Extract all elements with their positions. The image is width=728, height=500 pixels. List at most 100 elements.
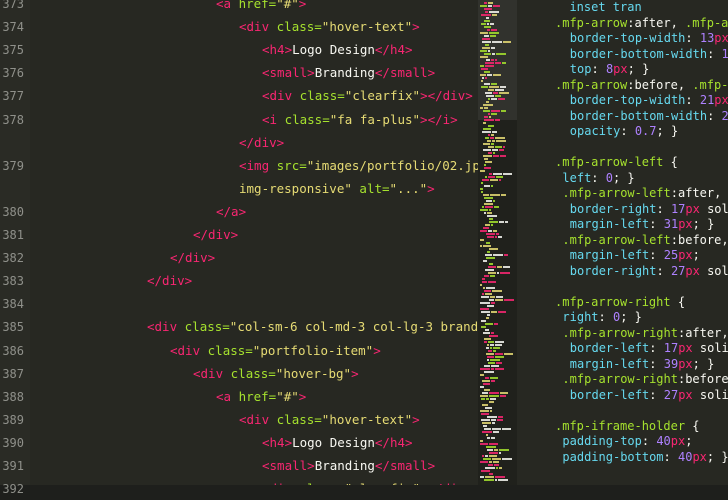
minimap-line bbox=[483, 245, 491, 247]
minimap-line bbox=[488, 98, 490, 100]
code-line[interactable]: <a href="#"> bbox=[216, 0, 306, 15]
minimap-line bbox=[489, 218, 493, 220]
minimap-line bbox=[492, 41, 502, 43]
code-line[interactable]: </div> bbox=[147, 270, 192, 292]
code-line[interactable]: <i class="fa fa-plus"></i> bbox=[262, 109, 458, 131]
code-token: </div> bbox=[147, 273, 193, 289]
minimap-line bbox=[484, 167, 491, 169]
minimap-line bbox=[489, 263, 493, 265]
code-token: <div bbox=[262, 88, 300, 104]
minimap-line bbox=[488, 362, 495, 364]
minimap-line bbox=[489, 221, 498, 223]
minimap-line bbox=[480, 308, 489, 310]
minimap-line bbox=[492, 290, 502, 292]
code-line[interactable]: <div class="clearfix"></div> bbox=[262, 85, 473, 107]
minimap-line bbox=[490, 398, 496, 400]
code-token: border-right bbox=[569, 263, 657, 278]
minimap-line bbox=[488, 50, 490, 52]
code-line[interactable]: <h4>Logo Design</h4> bbox=[262, 432, 413, 454]
code-minimap[interactable] bbox=[478, 0, 517, 485]
minimap-line bbox=[487, 236, 494, 238]
minimap-line bbox=[487, 359, 489, 361]
minimap-line bbox=[480, 476, 484, 478]
minimap-line bbox=[484, 338, 491, 340]
code-line[interactable]: <small>Branding</small> bbox=[262, 62, 435, 84]
code-token: : bbox=[707, 108, 722, 123]
code-token: <a bbox=[216, 388, 239, 404]
minimap-line bbox=[485, 92, 492, 94]
code-token: 40 bbox=[678, 449, 693, 464]
minimap-line bbox=[487, 416, 497, 418]
minimap-line bbox=[492, 149, 498, 151]
minimap-line bbox=[488, 89, 494, 91]
line-number: 373 bbox=[2, 0, 24, 11]
minimap-line bbox=[489, 461, 492, 463]
line-number: 374 bbox=[2, 20, 24, 35]
code-token: class= bbox=[276, 19, 322, 35]
code-line[interactable]: padding-bottom: 40px; } bbox=[562, 446, 728, 468]
css-editor-pane[interactable]: inset tran.mfp-arrow:after, .mfp-arrobor… bbox=[517, 0, 728, 485]
minimap-line bbox=[489, 401, 494, 403]
minimap-line bbox=[491, 419, 496, 421]
code-line[interactable]: opacity: 0.7; } bbox=[570, 120, 678, 142]
minimap-line bbox=[495, 146, 502, 148]
code-token: img-responsive" bbox=[239, 180, 352, 196]
minimap-line bbox=[483, 227, 489, 229]
code-line[interactable]: <div class="clearfix"></div> bbox=[262, 478, 473, 485]
minimap-line bbox=[497, 272, 499, 274]
code-token: "#" bbox=[276, 388, 299, 404]
code-token: class= bbox=[299, 88, 345, 104]
code-line[interactable]: <div class="hover-text"> bbox=[239, 409, 420, 431]
code-line[interactable]: </div> bbox=[193, 224, 238, 246]
minimap-line bbox=[486, 257, 495, 259]
code-token: border-left bbox=[569, 387, 650, 402]
code-line[interactable]: <div class="hover-text"> bbox=[239, 16, 420, 38]
code-line[interactable]: img-responsive" alt="..."> bbox=[239, 178, 435, 200]
minimap-line bbox=[494, 449, 498, 451]
minimap-viewport[interactable] bbox=[478, 0, 517, 120]
html-editor-pane[interactable]: <a href="#"> <div class="hover-text"> <h4>… bbox=[0, 0, 478, 485]
minimap-line bbox=[490, 275, 495, 277]
minimap-line bbox=[484, 83, 490, 85]
code-line[interactable]: border-right: 27px solid # bbox=[570, 260, 728, 282]
minimap-line bbox=[490, 23, 494, 25]
minimap-line bbox=[488, 341, 494, 343]
minimap-line bbox=[493, 152, 495, 154]
minimap-line bbox=[495, 479, 497, 481]
minimap-line bbox=[496, 233, 499, 235]
line-number: 384 bbox=[2, 297, 24, 312]
minimap-line bbox=[485, 254, 492, 256]
minimap-line bbox=[492, 14, 497, 16]
code-token: src= bbox=[276, 157, 307, 173]
code-line[interactable]: <h4>Logo Design</h4> bbox=[262, 39, 413, 61]
code-token: <div bbox=[239, 19, 277, 35]
line-number: 385 bbox=[2, 320, 24, 335]
code-line[interactable]: <div class="hover-bg"> bbox=[193, 363, 359, 385]
code-line[interactable]: <a href="#"> bbox=[216, 386, 306, 408]
code-line[interactable]: </div> bbox=[239, 132, 284, 154]
minimap-line bbox=[496, 362, 502, 364]
minimap-line bbox=[500, 272, 510, 274]
minimap-line bbox=[485, 224, 490, 226]
code-line[interactable]: <img src="images/portfolio/02.jpg" class… bbox=[239, 155, 478, 177]
minimap-line bbox=[486, 398, 489, 400]
code-token: class= bbox=[300, 481, 345, 485]
code-line[interactable]: <div class="col-sm-6 col-md-3 col-lg-3 b… bbox=[147, 316, 478, 338]
code-line[interactable]: <small>Branding</small> bbox=[262, 455, 435, 477]
code-token: "clearfix" bbox=[345, 481, 420, 485]
code-token: </h4> bbox=[374, 434, 413, 450]
minimap-line bbox=[480, 209, 488, 211]
code-line[interactable]: </a> bbox=[216, 201, 246, 223]
minimap-line bbox=[487, 74, 492, 76]
code-line[interactable]: border-left: 27px solid #3 bbox=[570, 384, 728, 406]
code-token: > bbox=[427, 180, 435, 196]
minimap-line bbox=[491, 368, 494, 370]
code-line[interactable]: </div> bbox=[170, 247, 215, 269]
minimap-line bbox=[484, 20, 490, 22]
code-token: ></div> bbox=[420, 88, 473, 104]
code-token: </h4> bbox=[374, 42, 413, 58]
minimap-line bbox=[480, 65, 484, 67]
minimap-line bbox=[493, 347, 500, 349]
minimap-line bbox=[489, 209, 491, 211]
code-line[interactable]: <div class="portfolio-item"> bbox=[170, 340, 381, 362]
